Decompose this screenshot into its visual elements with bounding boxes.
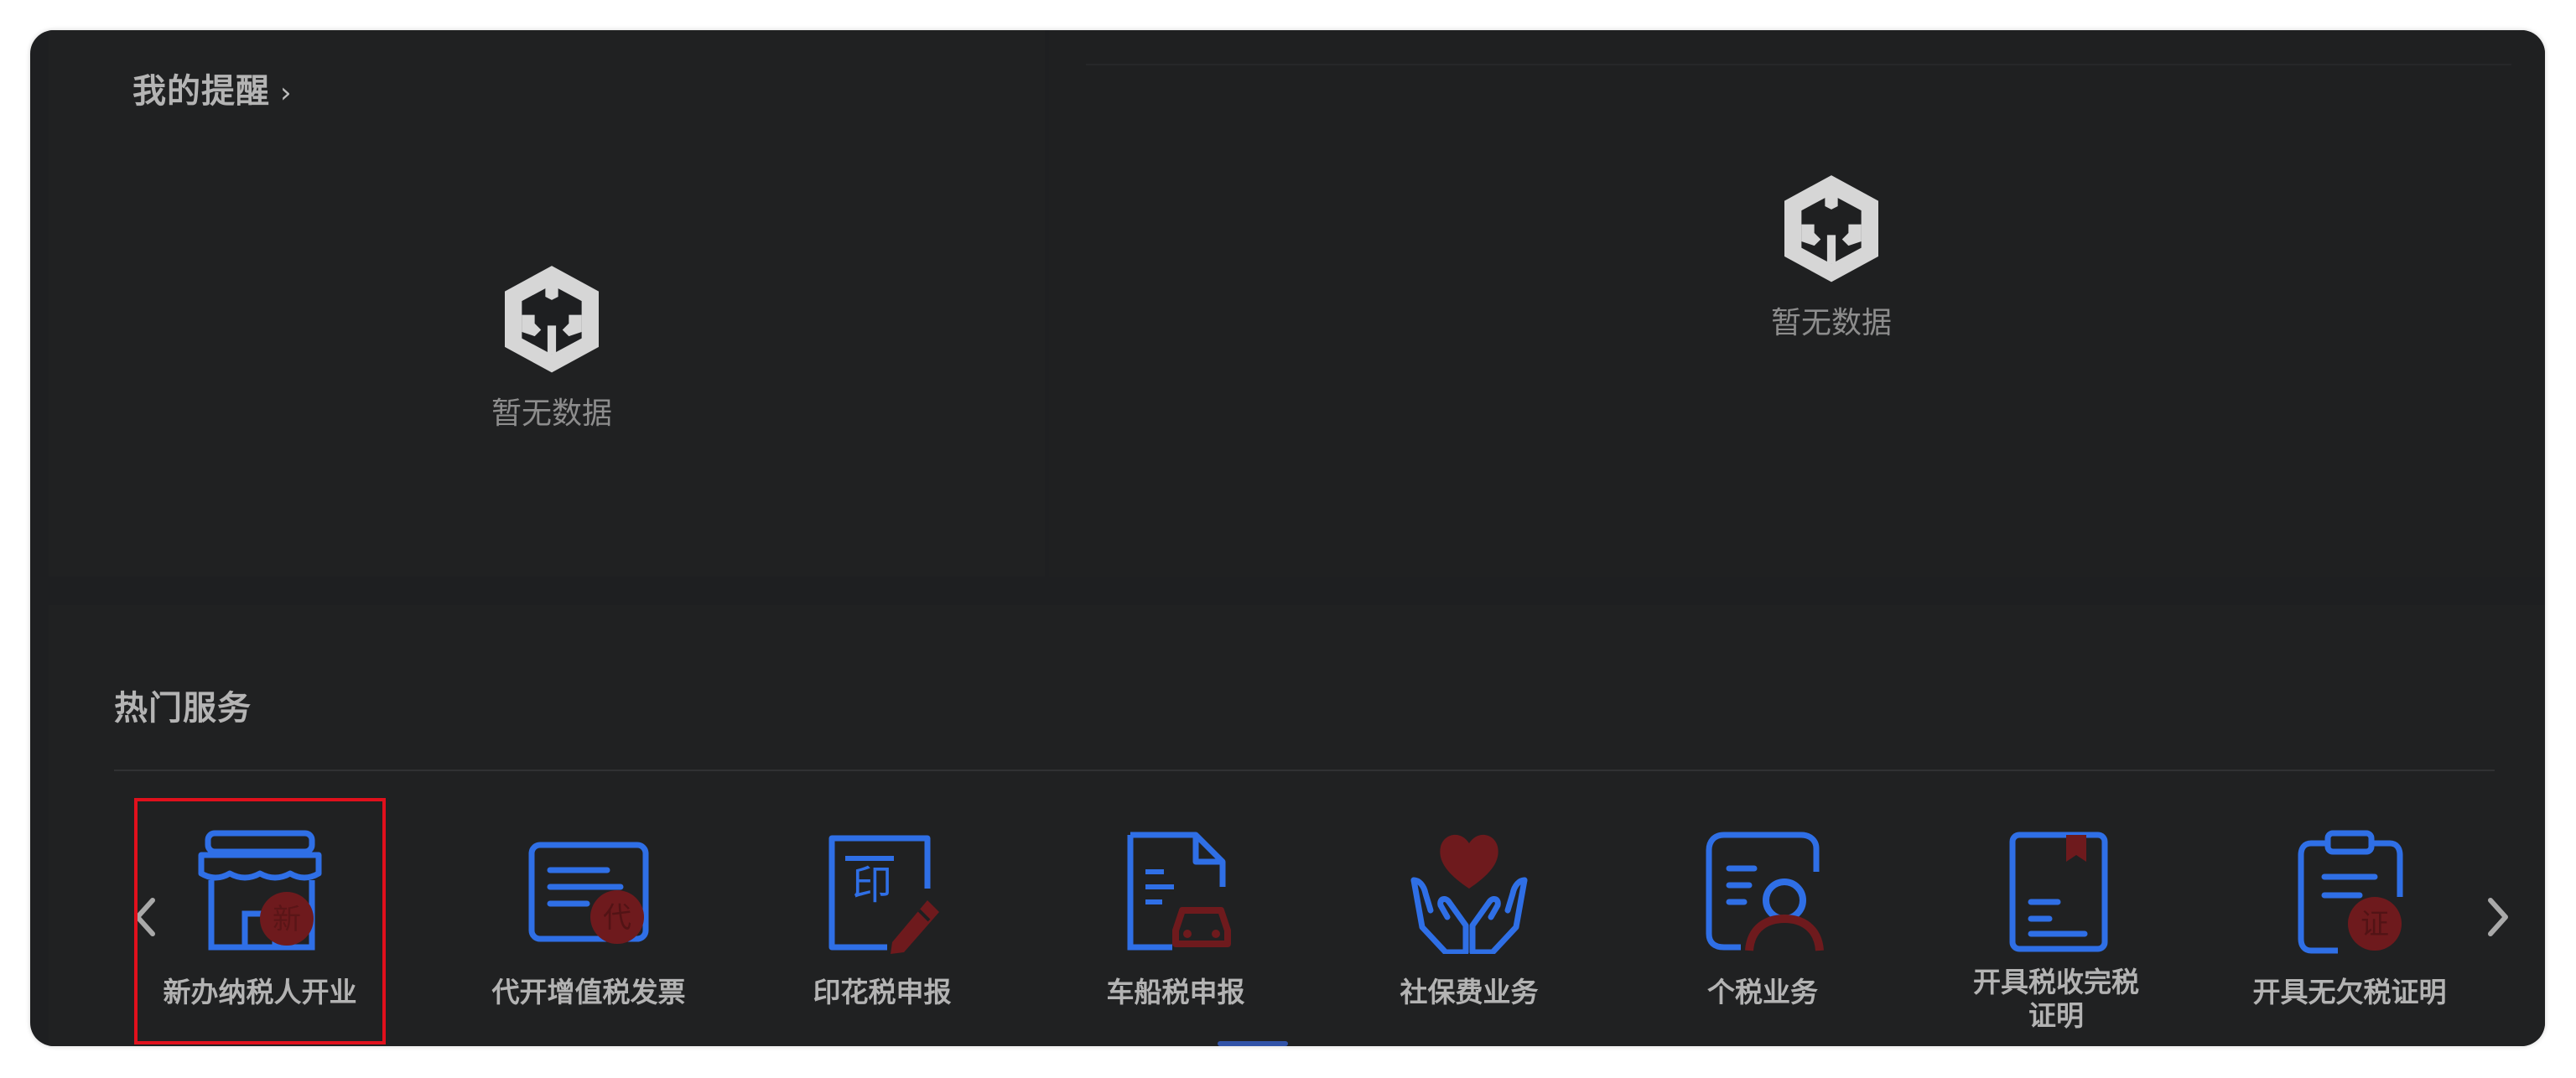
service-label: 新办纳税人开业: [163, 976, 357, 1008]
divider: [114, 770, 2495, 771]
service-label: 个税业务: [1707, 976, 1818, 1008]
stamp-document-icon: 印: [828, 835, 939, 954]
person-document-icon: [1706, 832, 1824, 951]
service-label: 社保费业务: [1400, 976, 1539, 1008]
empty-text: 暂无数据: [1770, 306, 1892, 340]
empty-box-icon: [1784, 175, 1878, 282]
service-label: 印花税申报: [813, 976, 952, 1008]
clipboard-certificate-icon: 证: [2298, 830, 2403, 954]
main-card: 我的提醒 › 暂无数据 暂无数据 热门服务 新 新办纳税人开业 代 代开增值税发…: [30, 30, 2545, 1046]
chevron-right-icon: ›: [280, 76, 293, 110]
empty-state: 暂无数据: [460, 262, 644, 433]
service-label: 车船税申报: [1106, 976, 1245, 1008]
reminders-title: 我的提醒: [132, 72, 270, 111]
service-label: 开具无欠税证明: [2252, 976, 2447, 1008]
service-no-arrears-certificate[interactable]: 证 开具无欠税证明: [2224, 798, 2475, 1044]
chevron-right-icon[interactable]: [2480, 892, 2514, 942]
vehicle-document-icon: [1127, 832, 1231, 951]
svg-text:新: 新: [273, 903, 301, 936]
hot-services-title: 热门服务: [114, 689, 252, 728]
divider: [1086, 64, 2511, 65]
service-label: 开具税收完税证明: [1973, 966, 2139, 1032]
svg-text:证: 证: [2360, 908, 2389, 941]
svg-text:代: 代: [603, 901, 631, 935]
heart-hands-icon: [1410, 834, 1528, 954]
reminders-detail-panel: 暂无数据: [1049, 30, 2545, 577]
service-personal-income-tax[interactable]: 个税业务: [1637, 798, 1888, 1044]
bookmark-document-icon: [2009, 832, 2108, 952]
empty-text: 暂无数据: [491, 396, 612, 431]
reminders-panel: 我的提醒 › 暂无数据: [49, 30, 1045, 577]
invoice-card-icon: 代: [528, 842, 649, 944]
reminders-title-link[interactable]: 我的提醒 ›: [132, 64, 293, 112]
service-label: 代开增值税发票: [491, 976, 686, 1008]
carousel-indicator[interactable]: [1218, 1041, 1288, 1046]
empty-box-icon: [505, 266, 599, 373]
service-vehicle-tax[interactable]: 车船税申报: [1050, 798, 1301, 1044]
service-vat-invoice[interactable]: 代 代开增值税发票: [463, 798, 714, 1044]
empty-state: 暂无数据: [1739, 171, 1924, 342]
service-social-insurance[interactable]: 社保费业务: [1343, 798, 1595, 1044]
service-tax-payment-certificate[interactable]: 开具税收完税证明: [1930, 798, 2182, 1044]
svg-text:印: 印: [852, 862, 892, 909]
service-stamp-duty[interactable]: 印 印花税申报: [756, 798, 1008, 1044]
service-new-taxpayer[interactable]: 新 新办纳税人开业: [134, 798, 386, 1044]
storefront-icon: 新: [198, 830, 322, 951]
